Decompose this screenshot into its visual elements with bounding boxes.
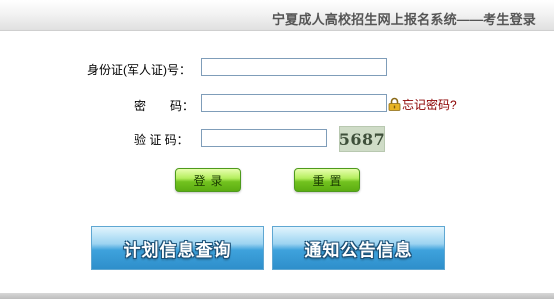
reset-button[interactable]: 重置 — [294, 168, 360, 192]
page-title: 宁夏成人高校招生网上报名系统——考生登录 — [271, 12, 536, 27]
id-number-input[interactable] — [201, 58, 387, 76]
login-page: 宁夏成人高校招生网上报名系统——考生登录 身份证(军人证)号： 密 码： 忘记密… — [0, 0, 554, 299]
captcha-image[interactable]: 5687 — [339, 126, 385, 152]
captcha-label: 验 证 码： — [134, 133, 189, 147]
footer-bar — [0, 293, 554, 299]
id-number-label: 身份证(军人证)号： — [87, 63, 191, 77]
page-header: 宁夏成人高校招生网上报名系统——考生登录 — [0, 0, 554, 31]
lock-icon — [388, 97, 401, 111]
forgot-password-text: 忘记密码? — [402, 97, 457, 112]
login-button[interactable]: 登录 — [175, 168, 241, 192]
password-label: 密 码： — [134, 99, 195, 113]
password-input[interactable] — [201, 94, 387, 112]
notice-info-button[interactable]: 通知公告信息 — [272, 226, 445, 270]
captcha-input[interactable] — [201, 129, 327, 147]
plan-info-query-button[interactable]: 计划信息查询 — [91, 226, 264, 270]
forgot-password-link[interactable]: 忘记密码? — [388, 96, 457, 112]
